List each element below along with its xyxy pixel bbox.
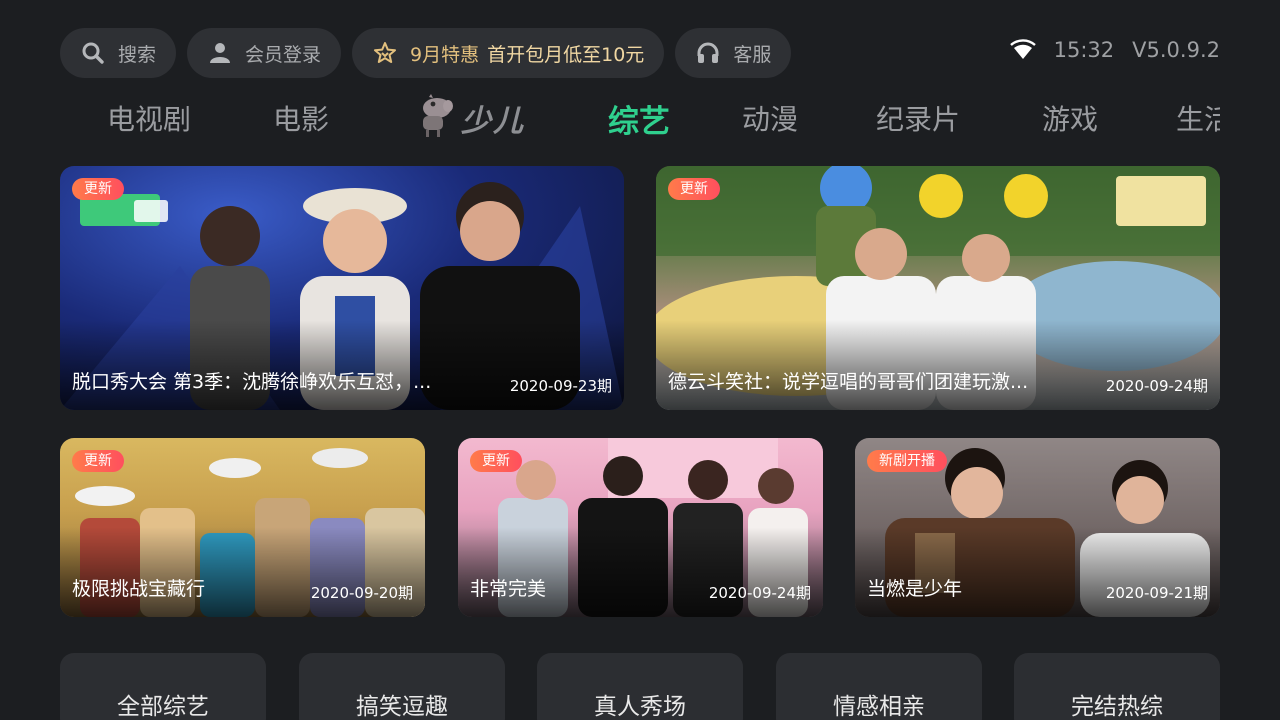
card-title: 非常完美	[470, 578, 547, 600]
clock: 15:32	[1053, 38, 1115, 62]
chip-all-variety[interactable]: 全部综艺	[60, 653, 266, 720]
card-title: 当燃是少年	[867, 578, 963, 600]
card-date: 2020-09-21期	[1105, 584, 1208, 602]
promo-month: 9月特惠	[410, 43, 480, 66]
headset-icon	[695, 40, 721, 66]
subcategory-row: 全部综艺 搞笑逗趣 真人秀场 情感相亲 完结热综	[60, 653, 1220, 720]
card-gradient	[458, 527, 823, 617]
category-tabs: 电视剧 电影 少儿 综艺 动漫 纪录片 游戏 生活	[60, 92, 1220, 148]
member-login-button[interactable]: 会员登录	[187, 28, 342, 78]
update-badge: 更新	[668, 178, 720, 200]
tab-game[interactable]: 游戏	[1042, 98, 1098, 138]
top-bar: 搜索 会员登录 9月特惠 首开包月低至10元 客服	[60, 28, 792, 78]
card-gradient	[60, 320, 624, 410]
card-title: 德云斗笑社：说学逗唱的哥哥们团建玩激...	[668, 371, 1029, 393]
card-gradient	[60, 527, 425, 617]
user-icon	[207, 40, 233, 66]
tab-life[interactable]: 生活	[1176, 98, 1220, 138]
status-area: 15:32 V5.0.9.2	[1009, 38, 1220, 62]
search-button[interactable]: 搜索	[60, 28, 177, 78]
promo-button[interactable]: 9月特惠 首开包月低至10元	[352, 28, 665, 78]
tab-variety[interactable]: 综艺	[608, 96, 670, 141]
tab-movie[interactable]: 电影	[273, 98, 329, 138]
card-gradient	[656, 320, 1220, 410]
member-login-label: 会员登录	[245, 43, 322, 66]
search-label: 搜索	[118, 43, 157, 66]
promo-offer: 首开包月低至10元	[487, 43, 645, 66]
app-version: V5.0.9.2	[1132, 38, 1220, 62]
content-card[interactable]: 更新 脱口秀大会 第3季：沈腾徐峥欢乐互怼，... 2020-09-23期	[60, 166, 624, 410]
content-card[interactable]: 新剧开播 当燃是少年 2020-09-21期	[855, 438, 1220, 617]
tab-documentary[interactable]: 纪录片	[876, 98, 960, 138]
peppa-pig-icon	[415, 94, 455, 142]
chip-reality-show[interactable]: 真人秀场	[537, 653, 743, 720]
tab-kids[interactable]: 少儿	[415, 94, 525, 142]
chip-dating[interactable]: 情感相亲	[776, 653, 982, 720]
content-card[interactable]: 更新 德云斗笑社：说学逗唱的哥哥们团建玩激... 2020-09-24期	[656, 166, 1220, 410]
search-icon	[80, 40, 106, 66]
update-badge: 更新	[470, 450, 522, 472]
chip-completed-hits[interactable]: 完结热综	[1014, 653, 1220, 720]
card-date: 2020-09-24期	[1105, 377, 1208, 395]
new-series-badge: 新剧开播	[867, 450, 947, 472]
tab-kids-label: 少儿	[461, 104, 525, 139]
wifi-icon	[1009, 39, 1036, 61]
update-badge: 更新	[72, 450, 124, 472]
star-crown-icon	[372, 40, 398, 66]
customer-service-button[interactable]: 客服	[675, 28, 792, 78]
card-title: 脱口秀大会 第3季：沈腾徐峥欢乐互怼，...	[72, 371, 432, 393]
content-card[interactable]: 更新 非常完美 2020-09-24期	[458, 438, 823, 617]
card-date: 2020-09-20期	[310, 584, 413, 602]
card-date: 2020-09-24期	[708, 584, 811, 602]
card-title: 极限挑战宝藏行	[72, 578, 206, 600]
update-badge: 更新	[72, 178, 124, 200]
tab-tv-series[interactable]: 电视剧	[107, 98, 191, 138]
card-gradient	[855, 527, 1220, 617]
customer-service-label: 客服	[733, 43, 772, 66]
card-date: 2020-09-23期	[509, 377, 612, 395]
chip-comedy[interactable]: 搞笑逗趣	[299, 653, 505, 720]
content-card[interactable]: 更新 极限挑战宝藏行 2020-09-20期	[60, 438, 425, 617]
tab-anime[interactable]: 动漫	[742, 98, 798, 138]
